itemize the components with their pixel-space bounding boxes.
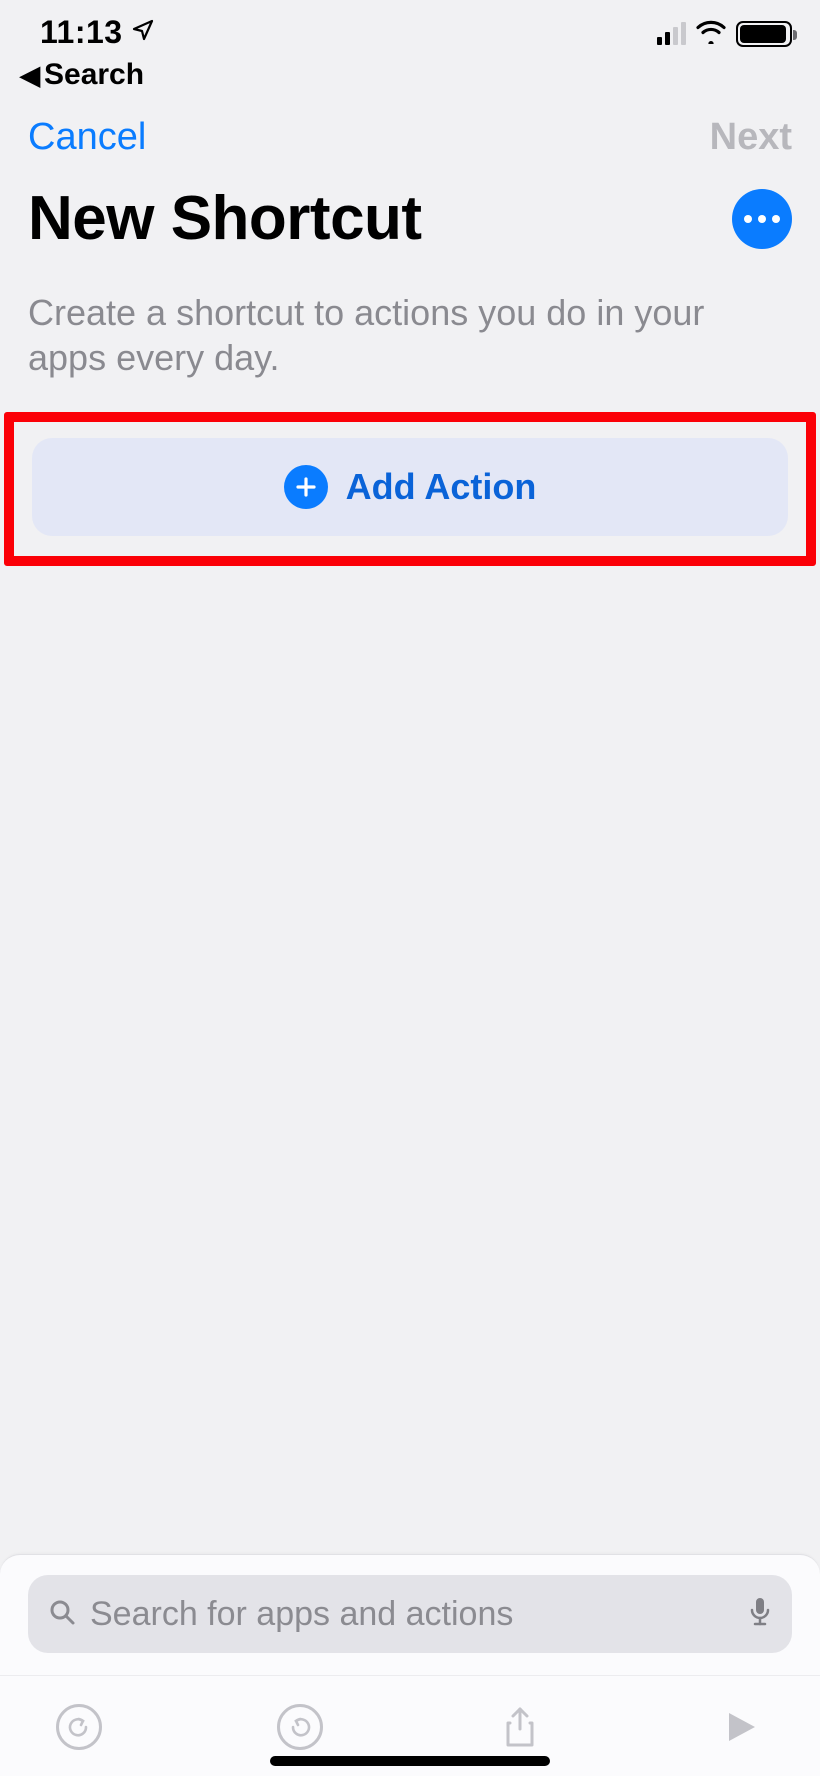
battery-icon (736, 21, 792, 47)
add-action-button[interactable]: Add Action (32, 438, 788, 536)
play-button[interactable] (718, 1704, 764, 1750)
search-field-container[interactable] (28, 1575, 792, 1653)
plus-circle-icon (284, 465, 328, 509)
status-time: 11:13 (40, 14, 123, 51)
cancel-button[interactable]: Cancel (28, 116, 146, 159)
redo-button[interactable] (277, 1704, 323, 1750)
search-icon (48, 1598, 76, 1631)
back-to-search[interactable]: ◀ Search (0, 58, 820, 92)
microphone-icon[interactable] (748, 1596, 772, 1633)
share-button[interactable] (497, 1704, 543, 1750)
page-title: New Shortcut (28, 183, 422, 254)
bottom-panel (0, 1554, 820, 1776)
add-action-label: Add Action (346, 466, 537, 508)
location-icon (131, 18, 155, 47)
search-input[interactable] (90, 1595, 734, 1634)
back-label: Search (44, 58, 144, 92)
description-text: Create a shortcut to actions you do in y… (0, 254, 820, 380)
nav-bar: Cancel Next (0, 92, 820, 159)
highlight-annotation: Add Action (4, 412, 816, 566)
more-options-button[interactable] (732, 189, 792, 249)
undo-button[interactable] (56, 1704, 102, 1750)
home-indicator[interactable] (270, 1756, 550, 1766)
next-button[interactable]: Next (710, 116, 792, 159)
wifi-icon (696, 20, 726, 49)
cellular-signal-icon (657, 23, 686, 45)
ellipsis-icon (744, 215, 752, 223)
status-bar: 11:13 (0, 0, 820, 54)
back-caret-icon: ◀ (20, 60, 40, 91)
